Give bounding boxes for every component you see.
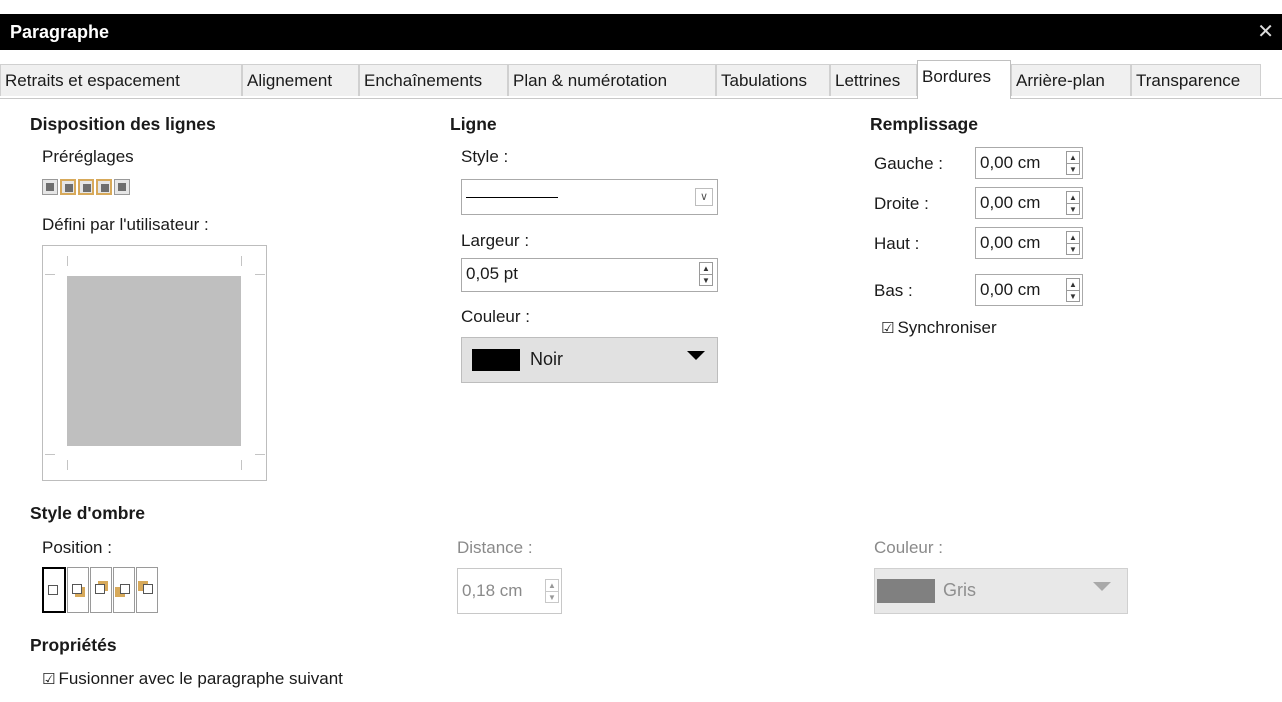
corner-tick [45, 274, 55, 275]
line-color-name: Noir [530, 349, 564, 369]
tab-bar: Retraits et espacement Alignement Enchaî… [0, 58, 1282, 99]
padding-bottom-spinbox[interactable]: 0,00 cm ▲ ▼ [975, 274, 1083, 306]
shadow-bottom-left-icon[interactable] [113, 567, 135, 613]
preset-box-shadow-icon[interactable] [78, 179, 94, 195]
preset-none-icon[interactable] [42, 179, 58, 195]
checkbox-checked-icon: ☑ [42, 671, 56, 688]
padding-bottom-stepper[interactable]: ▲ ▼ [1066, 278, 1080, 302]
paragraph-preview-area [67, 276, 241, 446]
close-icon[interactable]: ✕ [1257, 19, 1274, 44]
line-width-stepper[interactable]: ▲ ▼ [699, 262, 713, 286]
dropdown-arrow-icon [1093, 582, 1111, 591]
shadow-position-label: Position : [42, 538, 112, 557]
corner-tick [241, 460, 242, 470]
shadow-distance-label: Distance : [457, 538, 533, 557]
tab-enchainements[interactable]: Enchaînements [359, 64, 508, 96]
shadow-distance-stepper[interactable]: ▲ ▼ [545, 579, 559, 603]
tab-lettrines[interactable]: Lettrines [830, 64, 917, 96]
presets-label: Préréglages [42, 147, 134, 166]
padding-right-spinbox[interactable]: 0,00 cm ▲ ▼ [975, 187, 1083, 219]
shadow-color-label: Couleur : [874, 538, 943, 557]
padding-bottom-label: Bas : [874, 281, 913, 300]
color-swatch [472, 349, 520, 371]
corner-tick [255, 274, 265, 275]
merge-next-paragraph-checkbox[interactable]: ☑ Fusionner avec le paragraphe suivant [42, 669, 343, 689]
tab-arriere-plan[interactable]: Arrière-plan [1011, 64, 1131, 96]
shadow-none-icon[interactable] [42, 567, 66, 613]
padding-top-value: 0,00 cm [980, 233, 1041, 252]
padding-bottom-value: 0,00 cm [980, 280, 1041, 299]
line-arrangement-title: Disposition des lignes [30, 114, 216, 134]
tab-transparence[interactable]: Transparence [1131, 64, 1261, 96]
corner-tick [67, 460, 68, 470]
corner-tick [67, 256, 68, 266]
dialog-title: Paragraphe [10, 22, 110, 42]
preset-top-bottom-icon[interactable] [114, 179, 130, 195]
shadow-bottom-right-icon[interactable] [67, 567, 89, 613]
corner-tick [241, 256, 242, 266]
line-width-spinbox[interactable]: 0,05 pt ▲ ▼ [461, 258, 718, 292]
tab-alignement[interactable]: Alignement [242, 64, 359, 96]
presets-toolbar [42, 179, 130, 197]
shadow-distance-spinbox[interactable]: 0,18 cm ▲ ▼ [457, 568, 562, 614]
line-title: Ligne [450, 114, 497, 134]
tab-plan-numerotation[interactable]: Plan & numérotation [508, 64, 716, 96]
dropdown-arrow-icon [687, 351, 705, 360]
padding-top-stepper[interactable]: ▲ ▼ [1066, 231, 1080, 255]
padding-left-stepper[interactable]: ▲ ▼ [1066, 151, 1080, 175]
shadow-distance-value: 0,18 cm [462, 581, 523, 600]
corner-tick [45, 454, 55, 455]
line-color-dropdown[interactable]: Noir [461, 337, 718, 383]
padding-top-label: Haut : [874, 234, 920, 253]
line-style-label: Style : [461, 147, 509, 166]
line-style-select[interactable]: ∨ [461, 179, 718, 215]
line-color-label: Couleur : [461, 307, 530, 326]
chevron-down-icon[interactable]: ∨ [695, 188, 713, 206]
padding-left-label: Gauche : [874, 154, 943, 173]
line-style-preview [466, 197, 558, 198]
synchronize-checkbox[interactable]: ☑ Synchroniser [881, 318, 997, 338]
tab-retraits-et-espacement[interactable]: Retraits et espacement [0, 64, 242, 96]
dialog-title-bar: Paragraphe ✕ [0, 14, 1282, 50]
shadow-top-right-icon[interactable] [90, 567, 112, 613]
padding-right-stepper[interactable]: ▲ ▼ [1066, 191, 1080, 215]
padding-right-value: 0,00 cm [980, 193, 1041, 212]
user-defined-border-preview[interactable] [42, 245, 267, 481]
line-width-value: 0,05 pt [466, 264, 518, 283]
padding-title: Remplissage [870, 114, 978, 134]
padding-right-label: Droite : [874, 194, 929, 213]
merge-next-paragraph-label: Fusionner avec le paragraphe suivant [58, 669, 343, 688]
shadow-top-left-icon[interactable] [136, 567, 158, 613]
tab-tabulations[interactable]: Tabulations [716, 64, 830, 96]
tab-bordures[interactable]: Bordures [917, 60, 1011, 99]
color-swatch [877, 579, 935, 603]
shadow-color-name: Gris [943, 580, 976, 600]
shadow-color-dropdown[interactable]: Gris [874, 568, 1128, 614]
shadow-position-toolbar [42, 567, 158, 613]
preset-left-right-icon[interactable] [96, 179, 112, 195]
properties-title: Propriétés [30, 635, 117, 655]
padding-left-spinbox[interactable]: 0,00 cm ▲ ▼ [975, 147, 1083, 179]
synchronize-label: Synchroniser [897, 318, 997, 337]
user-defined-label: Défini par l'utilisateur : [42, 215, 209, 234]
preset-box-icon[interactable] [60, 179, 76, 195]
line-width-label: Largeur : [461, 231, 530, 250]
shadow-style-title: Style d'ombre [30, 503, 146, 523]
corner-tick [255, 454, 265, 455]
checkbox-checked-icon: ☑ [881, 320, 895, 337]
padding-top-spinbox[interactable]: 0,00 cm ▲ ▼ [975, 227, 1083, 259]
padding-left-value: 0,00 cm [980, 153, 1041, 172]
